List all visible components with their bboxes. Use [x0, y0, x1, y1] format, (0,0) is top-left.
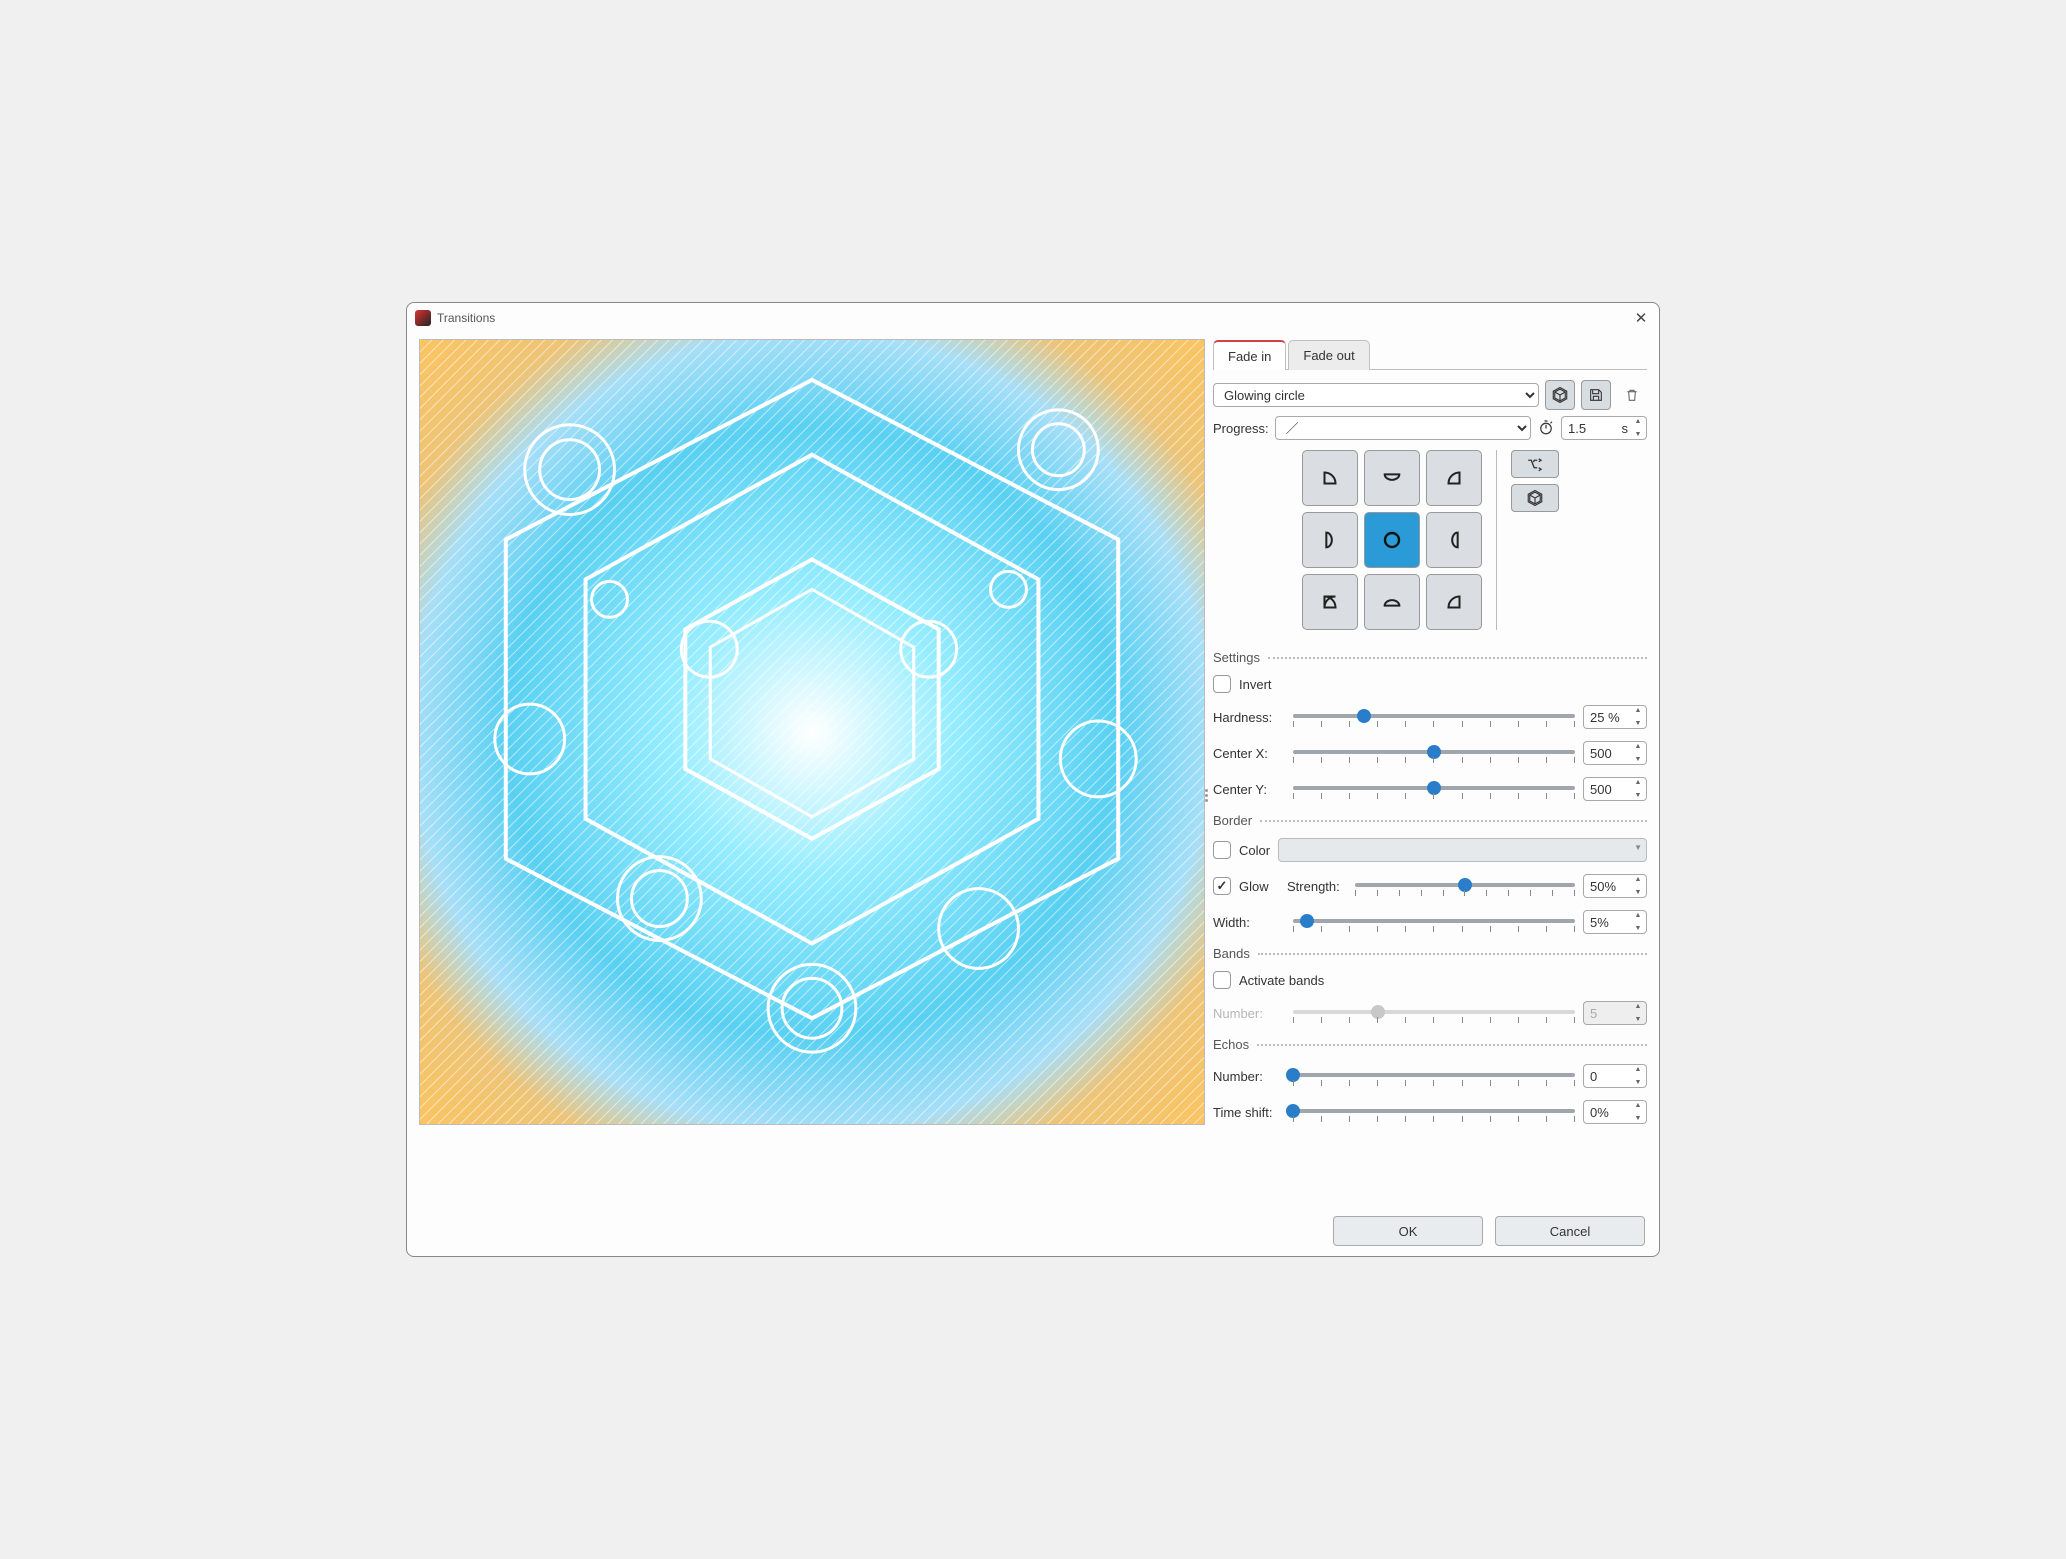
centery-slider[interactable]: [1293, 777, 1575, 801]
echos-number-slider[interactable]: [1293, 1064, 1575, 1088]
strength-label: Strength:: [1287, 879, 1347, 894]
echos-number-input[interactable]: 0▲▼: [1583, 1064, 1647, 1088]
tab-fade-out[interactable]: Fade out: [1288, 340, 1369, 370]
trash-icon: [1624, 387, 1640, 403]
invert-label: Invert: [1239, 677, 1272, 692]
preview-pattern: [420, 340, 1204, 1124]
delete-preset-button[interactable]: [1617, 380, 1647, 410]
duration-input[interactable]: 1.5 s ▲▼: [1561, 416, 1647, 440]
randomize-button[interactable]: [1545, 380, 1575, 410]
section-settings: Settings: [1213, 650, 1260, 665]
progress-curve-select[interactable]: ／: [1275, 416, 1531, 440]
timeshift-slider[interactable]: [1293, 1100, 1575, 1124]
width-label: Width:: [1213, 915, 1285, 930]
settings-panel: Fade in Fade out Glowing circle Progress…: [1213, 339, 1647, 1206]
timeshift-input[interactable]: 0%▲▼: [1583, 1100, 1647, 1124]
bands-number-input: 5▲▼: [1583, 1001, 1647, 1025]
centery-input[interactable]: 500▲▼: [1583, 777, 1647, 801]
save-preset-button[interactable]: [1581, 380, 1611, 410]
shuffle-icon: [1525, 455, 1545, 473]
cube-icon: [1526, 489, 1544, 507]
save-icon: [1588, 387, 1604, 403]
glow-checkbox[interactable]: [1213, 877, 1231, 895]
bands-number-label: Number:: [1213, 1006, 1285, 1021]
color-picker[interactable]: ▼: [1278, 838, 1647, 862]
glow-label: Glow: [1239, 879, 1279, 894]
strength-input[interactable]: 50%▲▼: [1583, 874, 1647, 898]
section-echos: Echos: [1213, 1037, 1249, 1052]
bands-number-slider: [1293, 1001, 1575, 1025]
origin-b[interactable]: [1364, 574, 1420, 630]
transitions-dialog: Transitions ✕: [406, 302, 1660, 1257]
hardness-label: Hardness:: [1213, 710, 1285, 725]
centery-label: Center Y:: [1213, 782, 1285, 797]
cube-icon: [1551, 386, 1569, 404]
origin-tl[interactable]: [1302, 450, 1358, 506]
section-border: Border: [1213, 813, 1252, 828]
origin-t[interactable]: [1364, 450, 1420, 506]
centerx-input[interactable]: 500▲▼: [1583, 741, 1647, 765]
preview-canvas: [419, 339, 1205, 1125]
origin-l[interactable]: [1302, 512, 1358, 568]
random-origin-button[interactable]: [1511, 450, 1559, 478]
tabs: Fade in Fade out: [1213, 339, 1647, 370]
app-icon: [415, 310, 431, 326]
tab-fade-in[interactable]: Fade in: [1213, 340, 1286, 370]
preset-select[interactable]: Glowing circle: [1213, 383, 1539, 407]
random-all-button[interactable]: [1511, 484, 1559, 512]
dialog-footer: OK Cancel: [407, 1206, 1659, 1256]
origin-c[interactable]: [1364, 512, 1420, 568]
echos-number-label: Number:: [1213, 1069, 1285, 1084]
close-button[interactable]: ✕: [1631, 309, 1651, 327]
width-slider[interactable]: [1293, 910, 1575, 934]
section-bands: Bands: [1213, 946, 1250, 961]
centerx-label: Center X:: [1213, 746, 1285, 761]
origin-grid: [1302, 450, 1482, 630]
centerx-slider[interactable]: [1293, 741, 1575, 765]
hardness-slider[interactable]: [1293, 705, 1575, 729]
timeshift-label: Time shift:: [1213, 1105, 1285, 1120]
color-label: Color: [1239, 843, 1270, 858]
window-title: Transitions: [437, 311, 1625, 325]
activate-bands-checkbox[interactable]: [1213, 971, 1231, 989]
titlebar: Transitions ✕: [407, 303, 1659, 333]
color-checkbox[interactable]: [1213, 841, 1231, 859]
width-input[interactable]: 5%▲▼: [1583, 910, 1647, 934]
cancel-button[interactable]: Cancel: [1495, 1216, 1645, 1246]
activate-bands-label: Activate bands: [1239, 973, 1324, 988]
invert-checkbox[interactable]: [1213, 675, 1231, 693]
origin-tr[interactable]: [1426, 450, 1482, 506]
origin-r[interactable]: [1426, 512, 1482, 568]
hardness-input[interactable]: 25 %▲▼: [1583, 705, 1647, 729]
ok-button[interactable]: OK: [1333, 1216, 1483, 1246]
origin-bl[interactable]: [1302, 574, 1358, 630]
progress-label: Progress:: [1213, 421, 1269, 436]
stopwatch-icon: [1537, 418, 1555, 439]
origin-br[interactable]: [1426, 574, 1482, 630]
panel-resize-handle[interactable]: [1205, 789, 1208, 802]
strength-slider[interactable]: [1355, 874, 1575, 898]
